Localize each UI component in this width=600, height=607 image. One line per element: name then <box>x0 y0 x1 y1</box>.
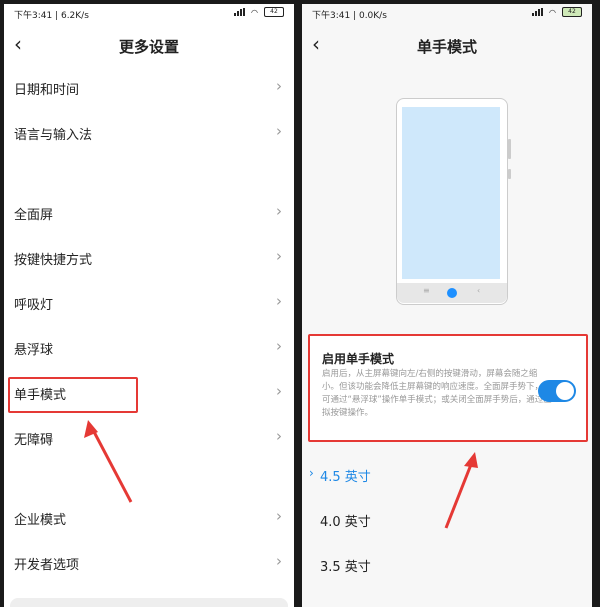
phone-screen-illustration <box>402 107 500 279</box>
chevron-right-icon: › <box>276 427 282 445</box>
chevron-right-icon: › <box>276 202 282 220</box>
menu-item-enterprise-mode[interactable]: 企业模式 › <box>4 498 294 538</box>
size-option-label: 4.0 英寸 <box>320 515 371 530</box>
wifi-icon: ◠ <box>549 7 556 17</box>
menu-item-label: 呼吸灯 <box>14 298 54 313</box>
menu-item-label: 企业模式 <box>14 513 67 528</box>
top-bar: ‹ 单手模式 <box>302 28 592 64</box>
bottom-card-partial <box>10 598 288 607</box>
status-icons: ◠ 42 <box>532 7 582 17</box>
size-option-4-5[interactable]: › 4.5 英寸 <box>302 455 592 495</box>
status-time-speed: 下午3:41 | 0.0K/s <box>312 11 387 21</box>
battery-icon: 42 <box>562 7 582 17</box>
signal-icon <box>234 8 246 16</box>
menu-item-fullscreen[interactable]: 全面屏 › <box>4 193 294 233</box>
wifi-icon: ◠ <box>251 7 258 17</box>
phone-side-button <box>508 139 511 159</box>
chevron-right-icon: › <box>276 247 282 265</box>
home-dot-icon <box>447 288 457 298</box>
size-option-3-5[interactable]: 3.5 英寸 <box>302 545 592 585</box>
selected-chevron-icon: › <box>309 466 314 480</box>
chevron-right-icon: › <box>276 292 282 310</box>
chevron-right-icon: › <box>276 507 282 525</box>
left-screen-more-settings: 下午3:41 | 6.2K/s ◠ 42 ‹ 更多设置 日期和时间 › 语言与输… <box>4 4 294 607</box>
battery-icon: 42 <box>264 7 284 17</box>
menu-item-quick-ball[interactable]: 悬浮球 › <box>4 328 294 368</box>
menu-item-date-time[interactable]: 日期和时间 › <box>4 68 294 108</box>
menu-item-language-input[interactable]: 语言与输入法 › <box>4 113 294 153</box>
menu-item-accessibility[interactable]: 无障碍 › <box>4 418 294 458</box>
status-bar: 下午3:41 | 0.0K/s ◠ 42 <box>302 4 592 22</box>
chevron-right-icon: › <box>276 552 282 570</box>
chevron-right-icon: › <box>276 122 282 140</box>
status-time-speed: 下午3:41 | 6.2K/s <box>14 11 89 21</box>
top-bar: ‹ 更多设置 <box>4 28 294 64</box>
menu-item-label: 无障碍 <box>14 433 54 448</box>
menu-item-label: 语言与输入法 <box>14 128 93 143</box>
status-bar: 下午3:41 | 6.2K/s ◠ 42 <box>4 4 294 22</box>
size-option-4-0[interactable]: 4.0 英寸 <box>302 500 592 540</box>
chevron-right-icon: › <box>276 382 282 400</box>
size-option-label: 3.5 英寸 <box>320 560 371 575</box>
menu-item-label: 按键快捷方式 <box>14 253 93 268</box>
page-title: 更多设置 <box>118 38 179 56</box>
signal-icon <box>532 8 544 16</box>
annotation-highlight-box <box>308 334 588 442</box>
menu-lines-icon: ≡ <box>423 286 430 295</box>
menu-item-label: 全面屏 <box>14 208 54 223</box>
chevron-right-icon: › <box>276 77 282 95</box>
menu-item-label: 悬浮球 <box>14 343 54 358</box>
phone-side-button <box>508 169 511 179</box>
chevron-right-icon: › <box>276 337 282 355</box>
size-option-label: 4.5 英寸 <box>320 470 371 485</box>
back-arrow-icon: ‹ <box>477 286 481 295</box>
status-icons: ◠ 42 <box>234 7 284 17</box>
right-screen-one-handed-mode: 下午3:41 | 0.0K/s ◠ 42 ‹ 单手模式 ≡ ‹ 启用单手模式 启… <box>302 4 592 607</box>
phone-illustration: ≡ ‹ <box>396 98 511 305</box>
menu-item-developer-options[interactable]: 开发者选项 › <box>4 543 294 583</box>
menu-item-label: 日期和时间 <box>14 83 80 98</box>
page-title: 单手模式 <box>416 38 477 56</box>
menu-item-notification-light[interactable]: 呼吸灯 › <box>4 283 294 323</box>
menu-item-label: 开发者选项 <box>14 558 80 573</box>
annotation-highlight-box <box>8 377 138 413</box>
menu-item-button-shortcuts[interactable]: 按键快捷方式 › <box>4 238 294 278</box>
